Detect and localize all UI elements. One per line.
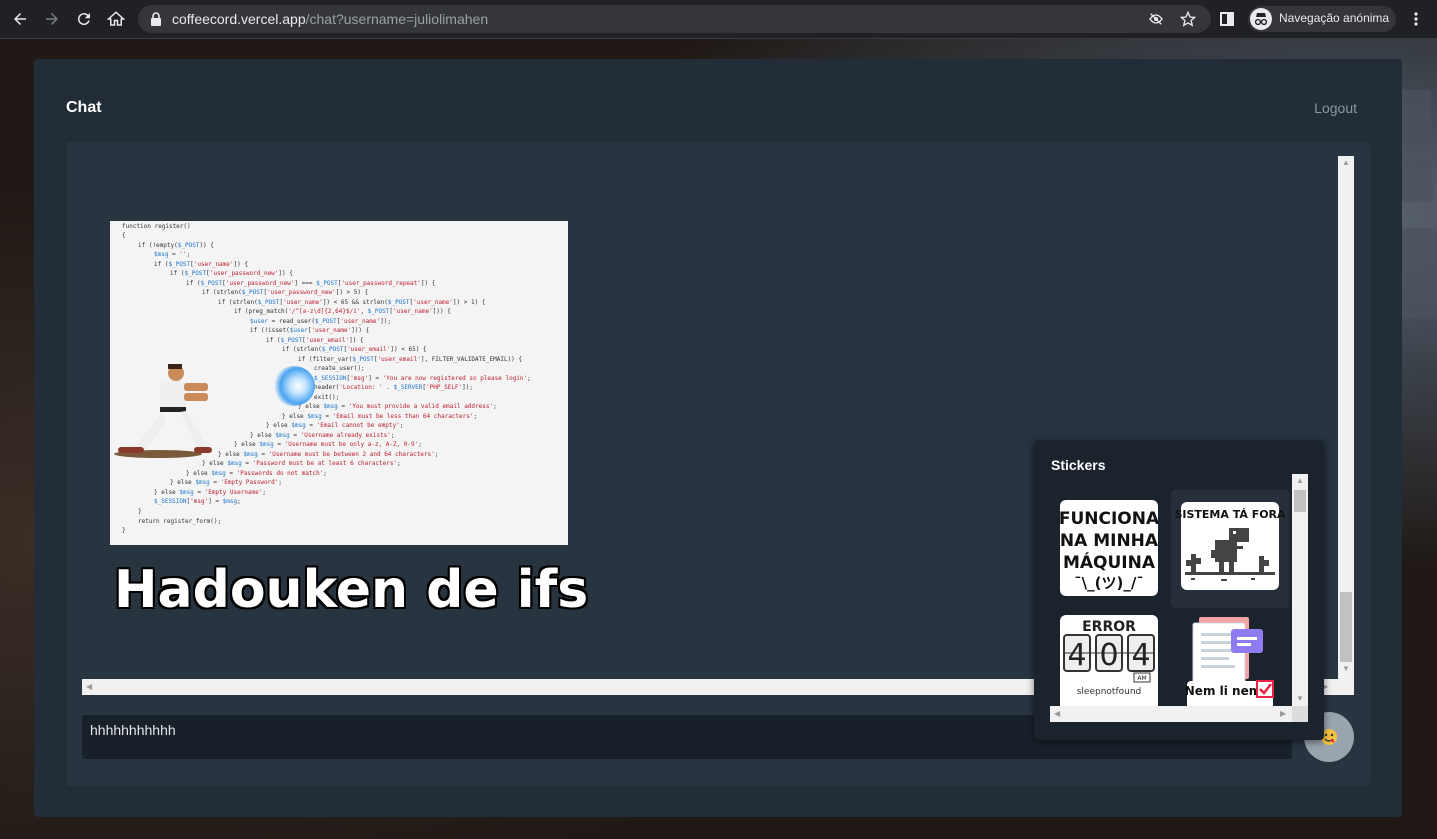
svg-text:ERROR: ERROR xyxy=(1082,619,1136,635)
url-text: coffeecord.vercel.app/chat?username=juli… xyxy=(172,11,489,27)
stickers-title: Stickers xyxy=(1051,457,1106,473)
svg-text:4: 4 xyxy=(1067,638,1086,673)
page-title: Chat xyxy=(66,99,102,116)
message-image: function register() { if (!empty($_POST)… xyxy=(110,221,568,545)
sticker-sistema-ta-fora[interactable]: SISTEMA TÁ FORA xyxy=(1171,490,1289,608)
svg-text:Nem li nem: Nem li nem xyxy=(1185,684,1261,698)
hadouken-fireball xyxy=(273,366,315,406)
sticker-error-404[interactable]: ERROR 4 0 4 AM sleepnotfound xyxy=(1050,611,1168,706)
svg-text:sleepnotfound: sleepnotfound xyxy=(1077,687,1142,697)
svg-text:MÁQUINA: MÁQUINA xyxy=(1063,551,1156,573)
scrollbar-corner xyxy=(1292,706,1308,722)
arrow-right-icon xyxy=(46,13,58,25)
stickers-popup: Stickers FUNCIONA NA MINHA MÁQUINA ¯\_(ツ… xyxy=(1034,440,1324,740)
sticker-document-image: Nem li nem xyxy=(1185,617,1274,706)
arrow-left-icon xyxy=(14,13,26,25)
sticker-funciona-na-minha-maquina[interactable]: FUNCIONA NA MINHA MÁQUINA ¯\_(ツ)_/¯ xyxy=(1050,490,1168,608)
sticker-dino-image: SISTEMA TÁ FORA xyxy=(1174,502,1286,590)
more-vertical-icon[interactable] xyxy=(1410,11,1422,27)
svg-text:FUNCIONA: FUNCIONA xyxy=(1059,509,1160,529)
svg-text:SISTEMA TÁ FORA: SISTEMA TÁ FORA xyxy=(1174,508,1286,521)
home-icon xyxy=(107,11,125,26)
eye-off-icon[interactable] xyxy=(1148,11,1164,27)
reload-icon xyxy=(77,13,90,26)
reload-button[interactable] xyxy=(72,7,96,31)
side-panel-icon[interactable] xyxy=(1220,12,1234,26)
svg-text:¯\_(ツ)_/¯: ¯\_(ツ)_/¯ xyxy=(1074,574,1144,592)
sticker-grid[interactable]: FUNCIONA NA MINHA MÁQUINA ¯\_(ツ)_/¯ SIST… xyxy=(1050,474,1292,706)
star-icon[interactable] xyxy=(1180,11,1196,27)
sticker-nem-li-nem[interactable]: Nem li nem xyxy=(1171,611,1289,706)
message-caption: Hadouken de ifs xyxy=(114,560,589,620)
sticker-funciona-image: FUNCIONA NA MINHA MÁQUINA ¯\_(ツ)_/¯ xyxy=(1059,500,1160,596)
address-bar[interactable]: coffeecord.vercel.app/chat?username=juli… xyxy=(138,5,1211,33)
browser-toolbar: coffeecord.vercel.app/chat?username=juli… xyxy=(0,0,1437,39)
svg-text:4: 4 xyxy=(1131,638,1150,673)
back-button[interactable] xyxy=(8,7,32,31)
messages-vertical-scrollbar[interactable]: ▲ ▼ xyxy=(1338,156,1354,695)
svg-text:NA MINHA: NA MINHA xyxy=(1060,531,1159,551)
incognito-label: Navegação anónima xyxy=(1279,11,1390,25)
stickers-vertical-scrollbar[interactable]: ▲ ▼ xyxy=(1292,474,1308,706)
forward-button[interactable] xyxy=(40,7,64,31)
home-button[interactable] xyxy=(104,7,128,31)
logout-button[interactable]: Logout xyxy=(1314,100,1357,116)
svg-text:0: 0 xyxy=(1099,638,1118,673)
svg-text:AM: AM xyxy=(1137,675,1146,682)
lock-icon xyxy=(151,12,161,26)
fighter-sprite xyxy=(114,364,212,458)
incognito-icon xyxy=(1250,8,1272,30)
stickers-horizontal-scrollbar[interactable]: ◀ ▶ xyxy=(1050,706,1292,722)
incognito-chip[interactable]: Navegação anónima xyxy=(1248,6,1396,32)
sticker-404-image: ERROR 4 0 4 AM sleepnotfound xyxy=(1060,615,1158,706)
message-input-value: hhhhhhhhhhh xyxy=(90,722,176,738)
